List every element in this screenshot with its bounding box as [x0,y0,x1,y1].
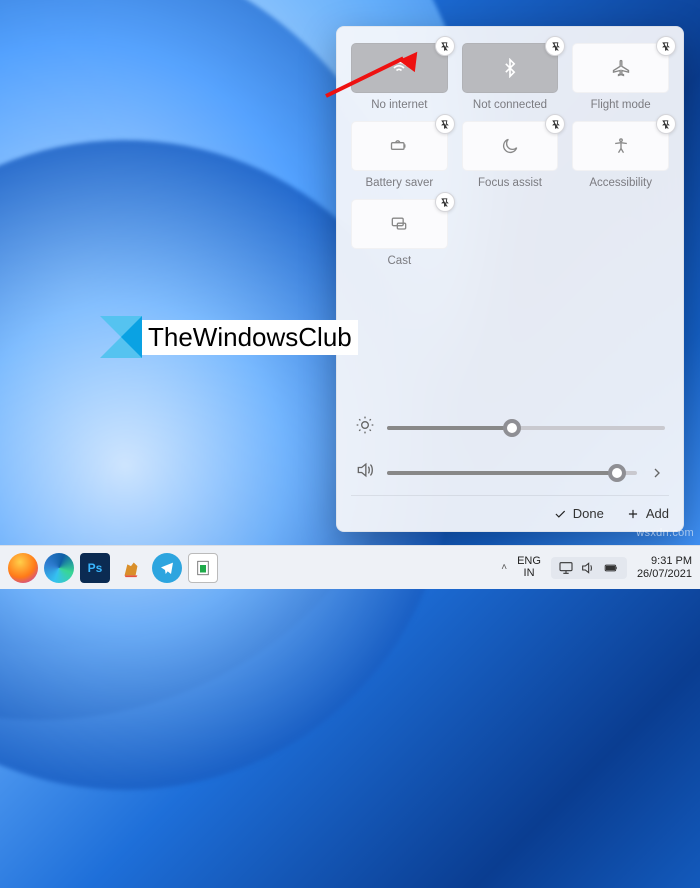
taskbar-clock[interactable]: 9:31 PM 26/07/2021 [637,555,692,579]
taskbar-firefox-icon[interactable] [8,553,38,583]
tile-accessibility-label: Accessibility [572,177,669,189]
volume-expand-icon[interactable] [649,465,665,481]
add-label: Add [646,506,669,521]
thewindowsclub-icon [100,316,142,358]
tile-bluetooth[interactable]: Not connected [462,43,559,111]
airplane-icon [611,58,631,78]
tile-cast[interactable]: Cast [351,199,448,267]
plus-icon [626,507,640,521]
tile-bluetooth-label: Not connected [462,99,559,111]
tile-flight-mode[interactable]: Flight mode [572,43,669,111]
network-icon [558,560,574,576]
unpin-icon[interactable] [435,114,455,134]
taskbar-photoshop-icon[interactable]: Ps [80,553,110,583]
moon-icon [500,136,520,156]
taskbar-edge-icon[interactable] [44,553,74,583]
accessibility-icon [611,136,631,156]
tile-cast-label: Cast [351,255,448,267]
add-button[interactable]: Add [626,506,669,521]
brightness-slider[interactable] [387,426,665,430]
quick-settings-tiles: No internet Not connected Flight mode [351,43,669,267]
unpin-icon[interactable] [545,114,565,134]
done-label: Done [573,506,604,521]
tile-focus-assist[interactable]: Focus assist [462,121,559,189]
check-icon [553,507,567,521]
lang-bottom: IN [517,568,541,580]
brightness-slider-row [355,415,665,440]
unpin-icon[interactable] [656,114,676,134]
tile-flight-label: Flight mode [572,99,669,111]
taskbar: Ps ˄ ENG IN 9:31 PM 26/07/2021 [0,545,700,589]
battery-tray-icon [602,561,620,575]
tile-wifi-label: No internet [351,99,448,111]
done-button[interactable]: Done [553,506,604,521]
quick-settings-panel: No internet Not connected Flight mode [336,26,684,532]
tile-accessibility[interactable]: Accessibility [572,121,669,189]
clock-date: 26/07/2021 [637,568,692,580]
system-tray[interactable] [551,557,627,579]
quick-settings-footer: Done Add [351,495,669,521]
taskbar-ccleaner-icon[interactable] [116,553,146,583]
thewindowsclub-text: TheWindowsClub [142,320,358,355]
volume-icon [355,460,375,485]
taskbar-telegram-icon[interactable] [152,553,182,583]
tile-focus-label: Focus assist [462,177,559,189]
tile-battery-saver[interactable]: Battery saver [351,121,448,189]
unpin-icon[interactable] [545,36,565,56]
volume-slider-row [355,460,665,485]
taskbar-right: ˄ ENG IN 9:31 PM 26/07/2021 [501,555,692,579]
taskbar-libreoffice-icon[interactable] [188,553,218,583]
volume-tray-icon [580,560,596,576]
taskbar-left: Ps [8,553,218,583]
unpin-icon[interactable] [656,36,676,56]
cast-icon [389,214,409,234]
volume-slider[interactable] [387,471,637,475]
thewindowsclub-watermark: TheWindowsClub [100,316,358,358]
tray-overflow-icon[interactable]: ˄ [501,562,507,573]
bluetooth-icon [500,58,520,78]
clock-time: 9:31 PM [637,555,692,567]
battery-saver-icon [389,136,409,156]
brightness-icon [355,415,375,440]
site-watermark: wsxdn.com [636,527,694,539]
unpin-icon[interactable] [435,192,455,212]
lang-top: ENG [517,556,541,568]
tile-battery-label: Battery saver [351,177,448,189]
unpin-icon[interactable] [435,36,455,56]
language-indicator[interactable]: ENG IN [517,556,541,579]
